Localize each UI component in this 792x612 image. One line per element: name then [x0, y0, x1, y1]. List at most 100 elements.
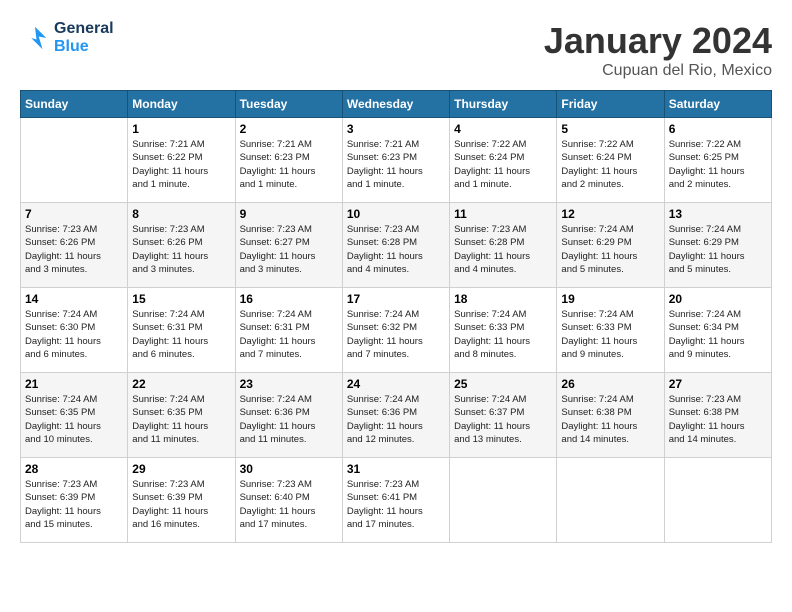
day-info: Sunrise: 7:23 AM Sunset: 6:40 PM Dayligh…: [240, 478, 338, 531]
day-number: 3: [347, 122, 445, 136]
header-cell-saturday: Saturday: [664, 91, 771, 118]
day-number: 26: [561, 377, 659, 391]
day-info: Sunrise: 7:21 AM Sunset: 6:23 PM Dayligh…: [347, 138, 445, 191]
calendar-cell: 3 Sunrise: 7:21 AM Sunset: 6:23 PM Daylig…: [342, 118, 449, 203]
calendar-cell: 19Sunrise: 7:24 AM Sunset: 6:33 PM Dayli…: [557, 288, 664, 373]
calendar-cell: 11 Sunrise: 7:23 AM Sunset: 6:28 PM Dayli…: [450, 203, 557, 288]
day-number: 28: [25, 462, 123, 476]
day-number: 30: [240, 462, 338, 476]
day-number: 18: [454, 292, 552, 306]
header-cell-thursday: Thursday: [450, 91, 557, 118]
header-cell-monday: Monday: [128, 91, 235, 118]
calendar-cell: 29 Sunrise: 7:23 AM Sunset: 6:39 PM Dayli…: [128, 458, 235, 543]
calendar-cell: 20 Sunrise: 7:24 AM Sunset: 6:34 PM Dayli…: [664, 288, 771, 373]
day-number: 2: [240, 122, 338, 136]
header-cell-wednesday: Wednesday: [342, 91, 449, 118]
calendar-cell: 9Sunrise: 7:23 AM Sunset: 6:27 PM Daylig…: [235, 203, 342, 288]
calendar-table: SundayMondayTuesdayWednesdayThursdayFrid…: [20, 90, 772, 543]
calendar-cell: 22 Sunrise: 7:24 AM Sunset: 6:35 PM Dayli…: [128, 373, 235, 458]
calendar-cell: 25 Sunrise: 7:24 AM Sunset: 6:37 PM Dayli…: [450, 373, 557, 458]
logo-text-line1: General: [54, 20, 114, 38]
calendar-cell: 17 Sunrise: 7:24 AM Sunset: 6:32 PM Dayli…: [342, 288, 449, 373]
day-number: 13: [669, 207, 767, 221]
calendar-week-5: 28 Sunrise: 7:23 AM Sunset: 6:39 PM Dayli…: [21, 458, 772, 543]
calendar-cell: [664, 458, 771, 543]
day-number: 16: [240, 292, 338, 306]
calendar-cell: 13Sunrise: 7:24 AM Sunset: 6:29 PM Dayli…: [664, 203, 771, 288]
day-info: Sunrise: 7:24 AM Sunset: 6:34 PM Dayligh…: [669, 308, 767, 361]
day-info: Sunrise: 7:22 AM Sunset: 6:25 PM Dayligh…: [669, 138, 767, 191]
day-info: Sunrise: 7:23 AM Sunset: 6:26 PM Dayligh…: [132, 223, 230, 276]
day-info: Sunrise: 7:24 AM Sunset: 6:33 PM Dayligh…: [454, 308, 552, 361]
day-info: Sunrise: 7:22 AM Sunset: 6:24 PM Dayligh…: [454, 138, 552, 191]
calendar-cell: [557, 458, 664, 543]
day-number: 25: [454, 377, 552, 391]
calendar-header-row: SundayMondayTuesdayWednesdayThursdayFrid…: [21, 91, 772, 118]
day-number: 27: [669, 377, 767, 391]
day-info: Sunrise: 7:24 AM Sunset: 6:35 PM Dayligh…: [132, 393, 230, 446]
day-number: 15: [132, 292, 230, 306]
day-info: Sunrise: 7:22 AM Sunset: 6:24 PM Dayligh…: [561, 138, 659, 191]
calendar-cell: 4 Sunrise: 7:22 AM Sunset: 6:24 PM Daylig…: [450, 118, 557, 203]
day-number: 31: [347, 462, 445, 476]
calendar-cell: 27 Sunrise: 7:23 AM Sunset: 6:38 PM Dayli…: [664, 373, 771, 458]
day-number: 10: [347, 207, 445, 221]
day-info: Sunrise: 7:23 AM Sunset: 6:39 PM Dayligh…: [132, 478, 230, 531]
calendar-cell: 31 Sunrise: 7:23 AM Sunset: 6:41 PM Dayli…: [342, 458, 449, 543]
day-info: Sunrise: 7:21 AM Sunset: 6:23 PM Dayligh…: [240, 138, 338, 191]
day-number: 24: [347, 377, 445, 391]
day-info: Sunrise: 7:23 AM Sunset: 6:28 PM Dayligh…: [454, 223, 552, 276]
day-number: 22: [132, 377, 230, 391]
calendar-cell: 26 Sunrise: 7:24 AM Sunset: 6:38 PM Dayli…: [557, 373, 664, 458]
day-info: Sunrise: 7:23 AM Sunset: 6:38 PM Dayligh…: [669, 393, 767, 446]
day-number: 7: [25, 207, 123, 221]
calendar-cell: [450, 458, 557, 543]
day-info: Sunrise: 7:23 AM Sunset: 6:41 PM Dayligh…: [347, 478, 445, 531]
day-number: 11: [454, 207, 552, 221]
day-number: 19: [561, 292, 659, 306]
calendar-body: 1Sunrise: 7:21 AM Sunset: 6:22 PM Daylig…: [21, 118, 772, 543]
calendar-cell: 16 Sunrise: 7:24 AM Sunset: 6:31 PM Dayli…: [235, 288, 342, 373]
calendar-cell: 12 Sunrise: 7:24 AM Sunset: 6:29 PM Dayli…: [557, 203, 664, 288]
day-info: Sunrise: 7:24 AM Sunset: 6:32 PM Dayligh…: [347, 308, 445, 361]
day-info: Sunrise: 7:24 AM Sunset: 6:31 PM Dayligh…: [132, 308, 230, 361]
logo: General Blue: [20, 20, 114, 56]
calendar-week-4: 21 Sunrise: 7:24 AM Sunset: 6:35 PM Dayli…: [21, 373, 772, 458]
calendar-cell: 23Sunrise: 7:24 AM Sunset: 6:36 PM Dayli…: [235, 373, 342, 458]
calendar-cell: 24 Sunrise: 7:24 AM Sunset: 6:36 PM Dayli…: [342, 373, 449, 458]
day-number: 4: [454, 122, 552, 136]
calendar-cell: 28Sunrise: 7:23 AM Sunset: 6:39 PM Dayli…: [21, 458, 128, 543]
day-info: Sunrise: 7:23 AM Sunset: 6:26 PM Dayligh…: [25, 223, 123, 276]
location-subtitle: Cupuan del Rio, Mexico: [544, 62, 772, 80]
day-number: 21: [25, 377, 123, 391]
calendar-cell: [21, 118, 128, 203]
day-info: Sunrise: 7:24 AM Sunset: 6:31 PM Dayligh…: [240, 308, 338, 361]
calendar-cell: 6Sunrise: 7:22 AM Sunset: 6:25 PM Daylig…: [664, 118, 771, 203]
day-number: 17: [347, 292, 445, 306]
day-info: Sunrise: 7:24 AM Sunset: 6:37 PM Dayligh…: [454, 393, 552, 446]
page-header: General Blue January 2024 Cupuan del Rio…: [20, 20, 772, 80]
calendar-cell: 10Sunrise: 7:23 AM Sunset: 6:28 PM Dayli…: [342, 203, 449, 288]
title-block: January 2024 Cupuan del Rio, Mexico: [544, 20, 772, 80]
calendar-cell: 18 Sunrise: 7:24 AM Sunset: 6:33 PM Dayli…: [450, 288, 557, 373]
header-cell-sunday: Sunday: [21, 91, 128, 118]
day-info: Sunrise: 7:24 AM Sunset: 6:29 PM Dayligh…: [561, 223, 659, 276]
day-number: 23: [240, 377, 338, 391]
logo-icon: [20, 23, 50, 53]
day-number: 20: [669, 292, 767, 306]
calendar-cell: 5 Sunrise: 7:22 AM Sunset: 6:24 PM Daylig…: [557, 118, 664, 203]
day-info: Sunrise: 7:24 AM Sunset: 6:38 PM Dayligh…: [561, 393, 659, 446]
calendar-week-2: 7 Sunrise: 7:23 AM Sunset: 6:26 PM Daylig…: [21, 203, 772, 288]
calendar-cell: 15 Sunrise: 7:24 AM Sunset: 6:31 PM Dayli…: [128, 288, 235, 373]
day-number: 29: [132, 462, 230, 476]
day-info: Sunrise: 7:24 AM Sunset: 6:36 PM Dayligh…: [347, 393, 445, 446]
day-info: Sunrise: 7:21 AM Sunset: 6:22 PM Dayligh…: [132, 138, 230, 191]
calendar-cell: 21 Sunrise: 7:24 AM Sunset: 6:35 PM Dayli…: [21, 373, 128, 458]
day-number: 9: [240, 207, 338, 221]
day-number: 5: [561, 122, 659, 136]
calendar-cell: 8Sunrise: 7:23 AM Sunset: 6:26 PM Daylig…: [128, 203, 235, 288]
logo-text-line2: Blue: [54, 38, 114, 56]
header-cell-friday: Friday: [557, 91, 664, 118]
day-number: 12: [561, 207, 659, 221]
day-info: Sunrise: 7:24 AM Sunset: 6:35 PM Dayligh…: [25, 393, 123, 446]
